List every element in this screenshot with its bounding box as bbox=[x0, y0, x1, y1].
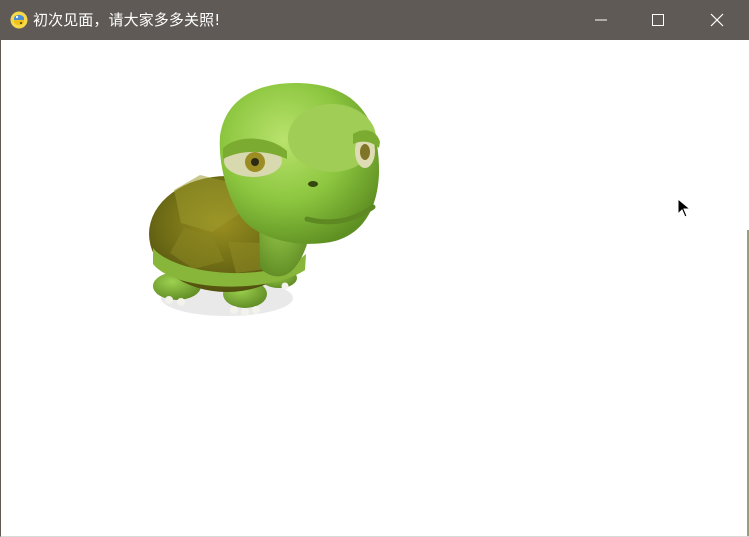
window-titlebar[interactable]: 初次见面，请大家多多关照! bbox=[1, 0, 749, 40]
maximize-icon bbox=[652, 14, 664, 26]
close-icon bbox=[710, 13, 724, 27]
game-canvas[interactable] bbox=[1, 40, 749, 536]
maximize-button[interactable] bbox=[635, 0, 681, 40]
minimize-button[interactable] bbox=[578, 0, 624, 40]
python-icon bbox=[9, 10, 29, 30]
turtle-image bbox=[141, 72, 391, 324]
background-edge bbox=[747, 230, 749, 536]
app-window: 初次见面，请大家多多关照! bbox=[0, 0, 750, 537]
minimize-icon bbox=[595, 14, 607, 26]
mouse-cursor-icon bbox=[677, 197, 692, 218]
close-button[interactable] bbox=[694, 0, 740, 40]
window-title: 初次见面，请大家多多关照! bbox=[33, 11, 221, 29]
